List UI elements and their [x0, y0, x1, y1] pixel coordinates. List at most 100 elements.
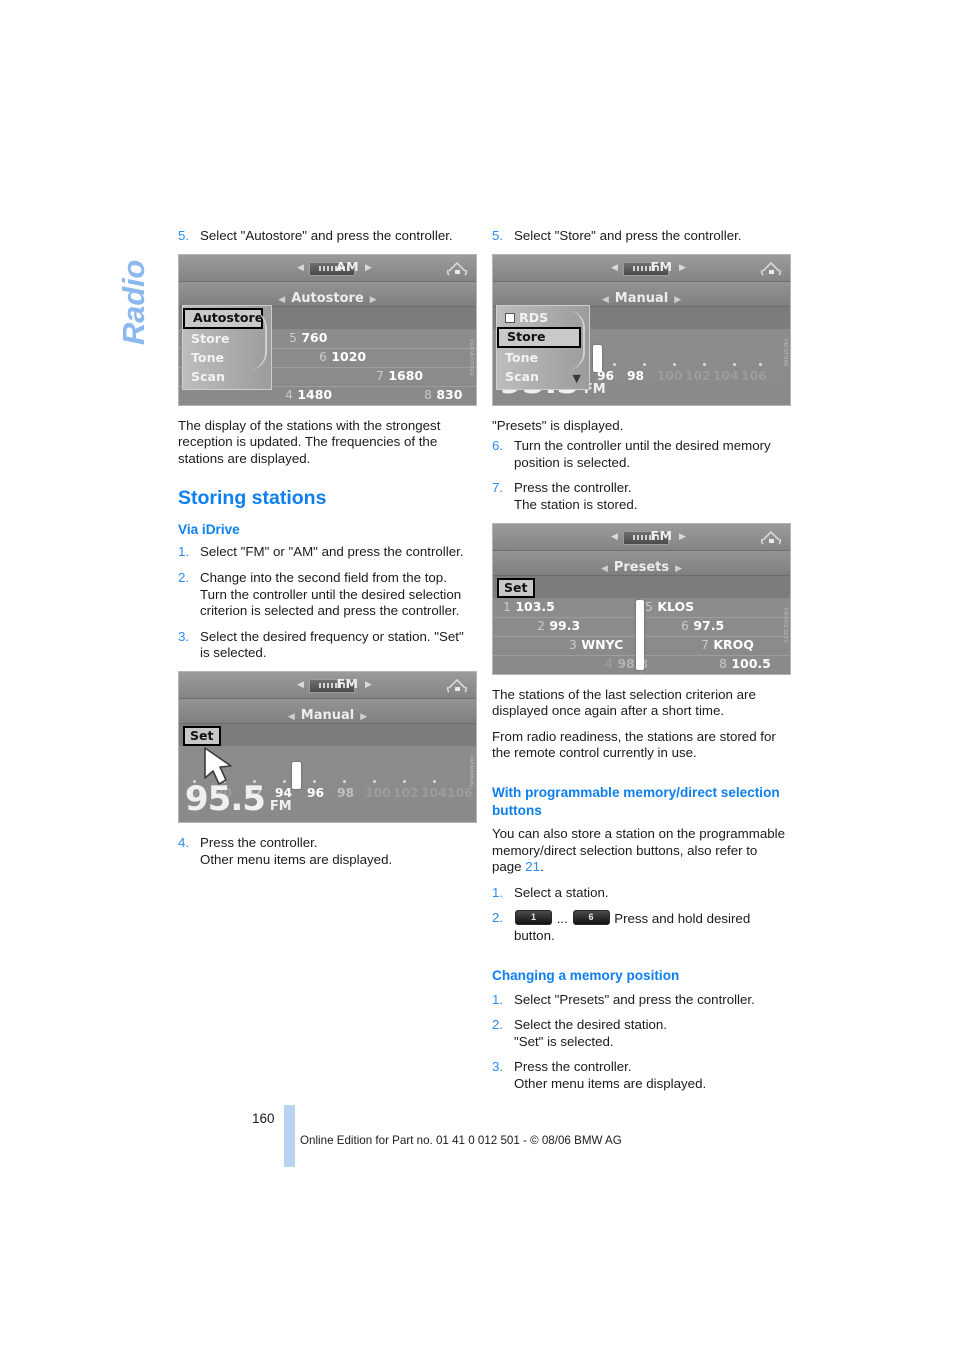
left-step-2: 2. Change into the second field from the…: [178, 570, 475, 620]
right-para-radio-readiness: From radio readiness, the stations are s…: [492, 728, 776, 761]
radio-thirdbar-fm: [179, 723, 476, 747]
preset-cell-2[interactable]: 2 99.3: [537, 618, 580, 633]
figure-watermark: FM/STORE: [782, 338, 788, 367]
mode-text-fm: Manual: [300, 707, 355, 723]
topbar-right-arrow-icon: ▶: [365, 262, 372, 273]
radio-menu-fm-store[interactable]: RDS Store Tone Scan ▼: [496, 304, 590, 390]
topbar-right-arrow-icon: ▶: [365, 679, 372, 690]
tuner-tick: [643, 362, 646, 366]
preset-cell-7[interactable]: 7 KROQ: [701, 637, 754, 652]
tuner-tick: [673, 362, 676, 366]
memory-button-6-label: 6: [588, 912, 594, 923]
left-step-5: 5. Select "Autostore" and press the cont…: [178, 228, 475, 245]
home-icon: [760, 259, 782, 277]
buttons-step-2: 2. 1 ... 6 Press and hold desired button…: [492, 910, 789, 944]
left-step-2-number: 2.: [178, 569, 190, 585]
right-step-6-text: Turn the controller until the desired me…: [514, 438, 771, 470]
mode-right-arrow-icon: ▶: [675, 563, 683, 574]
right-step-7-line2: The station is stored.: [514, 496, 638, 512]
preset-grid-fm: 1 103.5 2 99.3 3 WNYC 4 98.3 5 KLOS 6 97…: [493, 597, 790, 674]
radio-band-label-fm-store: FM: [650, 258, 673, 274]
left-step-4-number: 4.: [178, 834, 190, 850]
home-icon: [760, 528, 782, 546]
preset-cursor-bar[interactable]: [636, 599, 644, 670]
mode-text-fm-presets: Presets: [613, 559, 670, 575]
preset-cell-6[interactable]: 6 97.5: [681, 618, 724, 633]
menu-scroll-arc: [249, 309, 267, 370]
radio-thirdbar-fm-presets: [493, 575, 790, 599]
radio-band-label-fm-presets: FM: [650, 527, 673, 543]
radio-topbar-fm-store: ◀ FM ▶: [493, 254, 790, 282]
subsection-via-idrive: Via iDrive: [178, 522, 240, 538]
preset-cell-8: 8 830: [424, 386, 463, 402]
right-step-7: 7. Press the controller. The station is …: [492, 480, 789, 513]
left-step-1-number: 1.: [178, 544, 190, 560]
radio-mode-bar-fm: ◀ Manual ▶: [179, 698, 476, 724]
mode-right-arrow-icon: ▶: [369, 294, 377, 305]
page-reference-link[interactable]: 21: [525, 859, 540, 874]
current-frequency-band: FM: [269, 798, 292, 814]
topbar-right-arrow-icon: ▶: [679, 531, 686, 542]
left-step-3: 3. Select the desired frequency or stati…: [178, 629, 475, 662]
preset-cell-3[interactable]: 3 WNYC: [569, 637, 623, 652]
tuner-tick: [703, 362, 706, 366]
preset-cell-5[interactable]: 5 KLOS: [645, 599, 694, 614]
radio-mode-label-fm-store: ◀ Manual ▶: [493, 287, 790, 306]
mode-left-arrow-icon: ◀: [601, 294, 609, 305]
preset-cell-8[interactable]: 8 100.5: [719, 656, 771, 671]
mode-left-arrow-icon: ◀: [600, 563, 608, 574]
radio-body-fm-presets: 1 103.5 2 99.3 3 WNYC 4 98.3 5 KLOS 6 97…: [493, 597, 790, 674]
tuner-tick: [373, 779, 376, 783]
preset-cell-7: 7 1680: [376, 367, 424, 383]
set-tag[interactable]: Set: [497, 577, 536, 598]
tuner-label: 98: [337, 785, 355, 800]
buttons-step-1-number: 1.: [492, 884, 504, 900]
right-step-5: 5. Select "Store" and press the controll…: [492, 228, 789, 245]
memory-button-6-icon[interactable]: 6: [572, 910, 610, 926]
radio-mode-label-am: ◀ Autostore ▶: [179, 287, 476, 306]
tuner-label: 98: [627, 368, 645, 383]
cursor-pointer-icon: [199, 746, 243, 792]
tuner-tick: [343, 779, 346, 783]
footer-text: Online Edition for Part no. 01 41 0 012 …: [300, 1134, 622, 1147]
left-step-1: 1. Select "FM" or "AM" and press the con…: [178, 544, 475, 561]
tuner-label: 100: [365, 785, 391, 800]
memory-button-1-icon[interactable]: 1: [515, 910, 552, 926]
figure-fm-manual: ◀ FM ▶ ◀ Manual ▶ 88 90 92 94 96 98 100 …: [178, 670, 477, 823]
radio-mode-bar-fm-presets: ◀ Presets ▶: [493, 550, 790, 576]
tuner-needle[interactable]: [292, 761, 301, 789]
left-step-5-number: 5.: [178, 228, 190, 243]
preset-cell-4: 4 1480: [285, 386, 333, 402]
tuner-tick: [613, 362, 616, 366]
changing-step-3: 3. Press the controller. Other menu item…: [492, 1059, 789, 1092]
buttons-step-2-number: 2.: [492, 910, 504, 926]
buttons-step-1-text: Select a station.: [514, 884, 609, 900]
topbar-right-arrow-icon: ▶: [679, 262, 686, 273]
left-step-4-line2: Other menu items are displayed.: [200, 851, 393, 867]
radio-menu-am[interactable]: Autostore Store Tone Scan: [182, 304, 272, 390]
radio-mode-label-fm-presets: ◀ Presets ▶: [493, 556, 790, 575]
home-icon: [446, 676, 468, 694]
radio-topbar-am: ◀ AM ▶: [179, 254, 476, 282]
menu-scroll-arc: [567, 309, 585, 370]
footer-accent-bar: [284, 1105, 295, 1167]
figure-fm-presets: ◀ FM ▶ ◀ Presets ▶ 1 103.5 2 99.3 3 WNYC…: [492, 522, 791, 675]
radio-band-label-fm: FM: [336, 675, 359, 691]
subsection-programmable-buttons: With programmable memory/direct selectio…: [492, 784, 780, 818]
manual-page: Radio 5. Select "Autostore" and press th…: [0, 0, 954, 1351]
left-step-4: 4. Press the controller. Other menu item…: [178, 835, 475, 868]
left-step-3-text: Select the desired frequency or station.…: [200, 628, 464, 661]
mode-left-arrow-icon: ◀: [278, 294, 286, 305]
preset-cell-1[interactable]: 1 103.5: [503, 599, 555, 614]
set-tag[interactable]: Set: [183, 725, 222, 746]
right-para-buttons-period: .: [540, 859, 544, 875]
left-step-1-text: Select "FM" or "AM" and press the contro…: [200, 544, 464, 560]
changing-step-2-number: 2.: [492, 1017, 504, 1033]
changing-step-2-line2: "Set" is selected.: [514, 1033, 614, 1049]
menu-scroll-down-icon[interactable]: ▼: [573, 372, 581, 385]
right-para-buttons: You can also store a station on the prog…: [492, 826, 789, 876]
tuner-label: 102: [685, 368, 711, 383]
rds-checkbox-icon[interactable]: [505, 313, 515, 324]
radio-mode-label-fm: ◀ Manual ▶: [179, 704, 476, 723]
menu-item-scan[interactable]: Scan: [183, 367, 271, 386]
